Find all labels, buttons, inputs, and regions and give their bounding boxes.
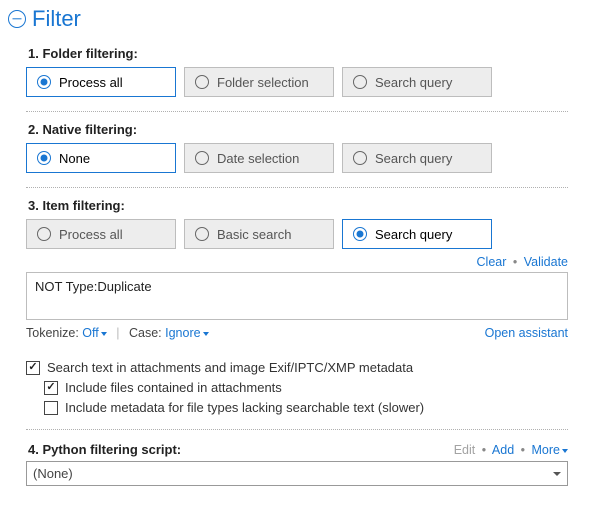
radio-icon xyxy=(353,151,367,165)
native-none[interactable]: None xyxy=(26,143,176,173)
checkbox-label: Include files contained in attachments xyxy=(65,380,282,395)
folder-search-query[interactable]: Search query xyxy=(342,67,492,97)
radio-label: Search query xyxy=(375,75,452,90)
chevron-down-icon xyxy=(562,449,568,453)
query-actions: Clear • Validate xyxy=(26,255,568,269)
separator xyxy=(26,187,568,188)
radio-label: Process all xyxy=(59,227,123,242)
more-label: More xyxy=(532,443,560,457)
native-search-query[interactable]: Search query xyxy=(342,143,492,173)
checkbox-icon[interactable] xyxy=(44,401,58,415)
panel-body: 1. Folder filtering: Process all Folder … xyxy=(0,46,592,494)
collapse-icon[interactable] xyxy=(8,10,26,28)
clear-link[interactable]: Clear xyxy=(477,255,507,269)
select-value: (None) xyxy=(33,466,73,481)
radio-icon xyxy=(37,151,51,165)
item-filtering-row: Process all Basic search Search query xyxy=(26,219,584,249)
radio-label: Search query xyxy=(375,227,452,242)
radio-label: Basic search xyxy=(217,227,291,242)
add-link[interactable]: Add xyxy=(492,443,514,457)
query-under-row: Tokenize: Off | Case: Ignore Open assist… xyxy=(26,326,568,340)
chevron-down-icon xyxy=(101,332,107,336)
item-basic-search[interactable]: Basic search xyxy=(184,219,334,249)
check-search-text[interactable]: Search text in attachments and image Exi… xyxy=(26,360,584,375)
radio-label: Search query xyxy=(375,151,452,166)
checkbox-group: Search text in attachments and image Exi… xyxy=(26,360,584,415)
bullet-separator: • xyxy=(521,443,525,457)
python-script-select[interactable]: (None) xyxy=(26,461,568,486)
tokenize-value: Off xyxy=(82,326,98,340)
folder-selection[interactable]: Folder selection xyxy=(184,67,334,97)
query-options: Tokenize: Off | Case: Ignore xyxy=(26,326,209,340)
radio-icon xyxy=(195,151,209,165)
edit-link: Edit xyxy=(454,443,476,457)
radio-label: None xyxy=(59,151,90,166)
validate-link[interactable]: Validate xyxy=(524,255,568,269)
checkbox-label: Search text in attachments and image Exi… xyxy=(47,360,413,375)
search-query-input[interactable] xyxy=(26,272,568,320)
python-script-actions: Edit • Add • More xyxy=(454,443,568,457)
radio-icon xyxy=(353,227,367,241)
chevron-down-icon xyxy=(203,332,209,336)
chevron-down-icon xyxy=(553,472,561,476)
checkbox-label: Include metadata for file types lacking … xyxy=(65,400,424,415)
radio-icon xyxy=(37,75,51,89)
tokenize-dropdown[interactable]: Off xyxy=(82,326,106,340)
case-value: Ignore xyxy=(165,326,200,340)
panel-title: Filter xyxy=(32,6,81,32)
folder-filtering-row: Process all Folder selection Search quer… xyxy=(26,67,584,97)
panel-header: Filter xyxy=(0,0,592,36)
native-date-selection[interactable]: Date selection xyxy=(184,143,334,173)
radio-icon xyxy=(195,227,209,241)
item-search-query[interactable]: Search query xyxy=(342,219,492,249)
item-process-all[interactable]: Process all xyxy=(26,219,176,249)
separator xyxy=(26,111,568,112)
bullet-separator: • xyxy=(482,443,486,457)
folder-process-all[interactable]: Process all xyxy=(26,67,176,97)
pipe-separator: | xyxy=(116,326,119,340)
more-dropdown[interactable]: More xyxy=(532,443,568,457)
check-include-metadata[interactable]: Include metadata for file types lacking … xyxy=(44,400,584,415)
bullet-separator: • xyxy=(513,255,517,269)
open-assistant-link[interactable]: Open assistant xyxy=(485,326,568,340)
checkbox-icon[interactable] xyxy=(44,381,58,395)
item-filtering-label: 3. Item filtering: xyxy=(28,198,584,213)
checkbox-icon[interactable] xyxy=(26,361,40,375)
radio-icon xyxy=(37,227,51,241)
tokenize-label: Tokenize: xyxy=(26,326,79,340)
radio-icon xyxy=(195,75,209,89)
native-filtering-label: 2. Native filtering: xyxy=(28,122,584,137)
radio-label: Date selection xyxy=(217,151,299,166)
case-label: Case: xyxy=(129,326,162,340)
case-dropdown[interactable]: Ignore xyxy=(165,326,208,340)
folder-filtering-label: 1. Folder filtering: xyxy=(28,46,584,61)
native-filtering-row: None Date selection Search query xyxy=(26,143,584,173)
python-filtering-label: 4. Python filtering script: xyxy=(28,442,181,457)
radio-label: Folder selection xyxy=(217,75,309,90)
radio-icon xyxy=(353,75,367,89)
check-include-files[interactable]: Include files contained in attachments xyxy=(44,380,584,395)
separator xyxy=(26,429,568,430)
radio-label: Process all xyxy=(59,75,123,90)
